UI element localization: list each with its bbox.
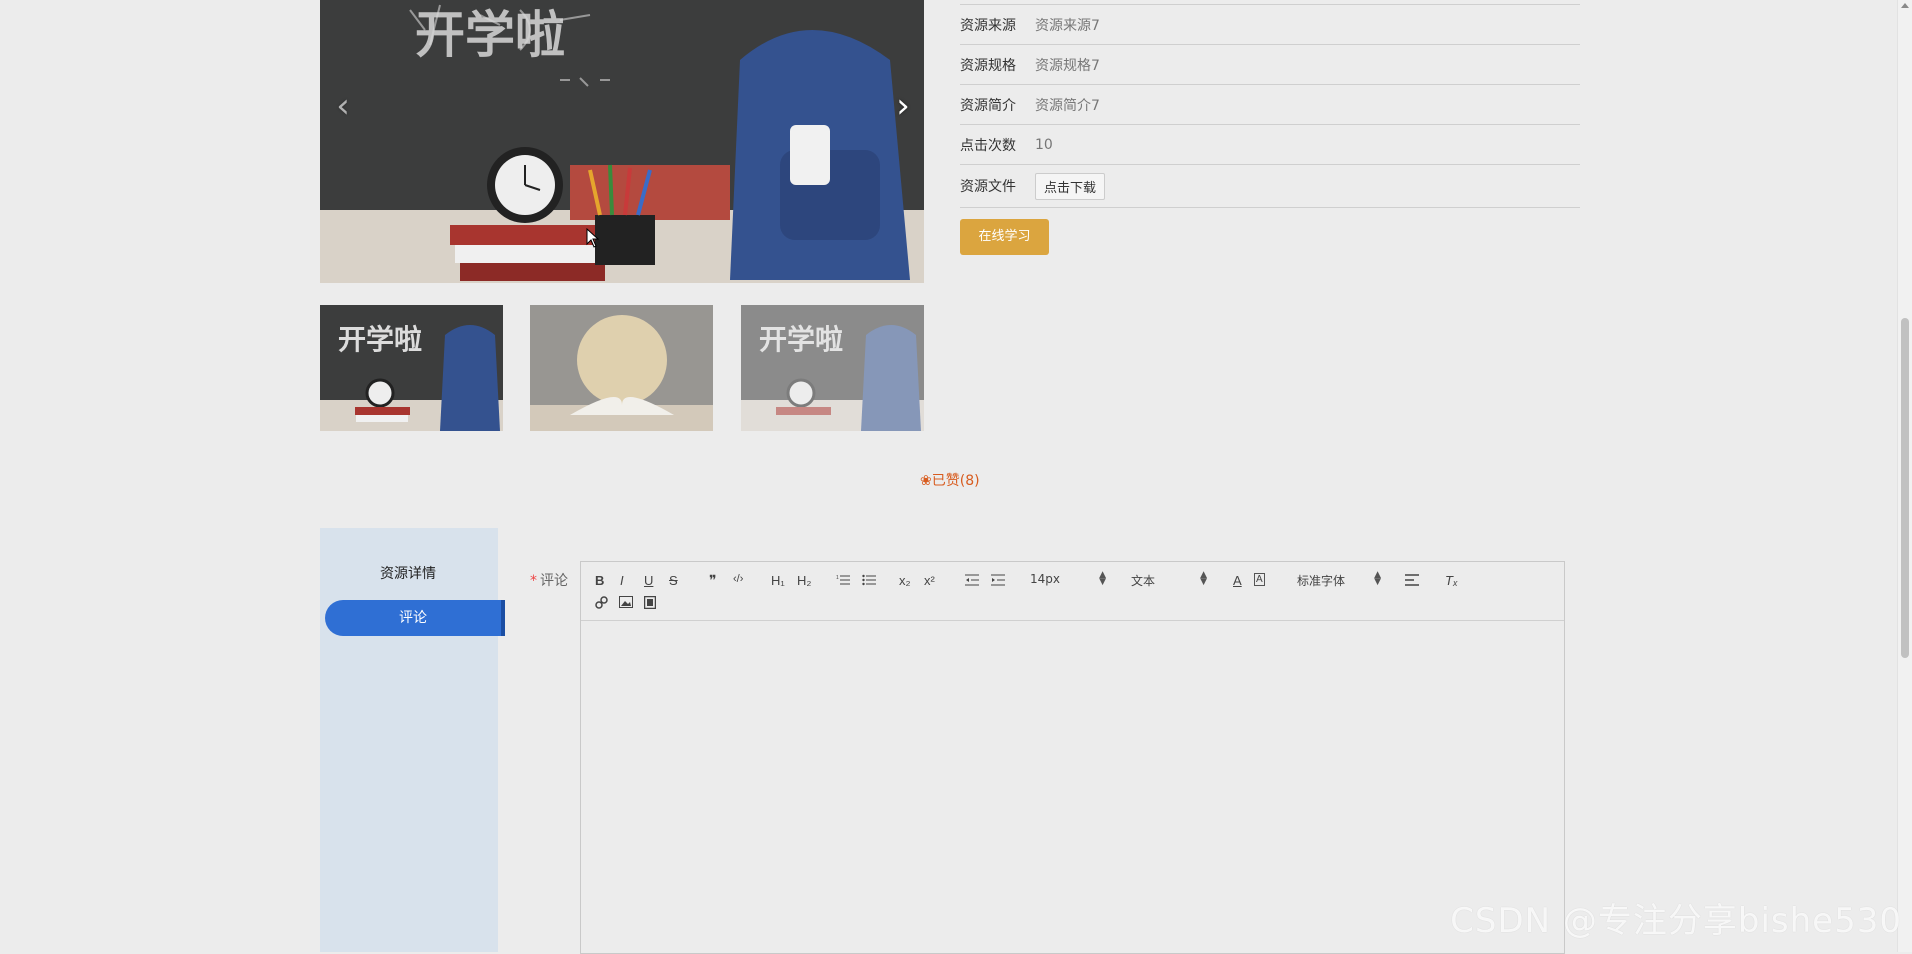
info-value: 资源来源7 bbox=[1035, 17, 1100, 34]
font-family-select[interactable]: 标准字体 ▲ ▼ bbox=[1297, 570, 1381, 589]
online-study-button[interactable]: 在线学习 bbox=[960, 219, 1049, 255]
bold-icon[interactable]: B bbox=[595, 573, 604, 588]
carousel-prev-icon[interactable]: ‹ bbox=[328, 86, 358, 126]
select-arrows-icon: ▲ ▼ bbox=[1200, 570, 1207, 587]
required-mark: * bbox=[530, 573, 537, 589]
info-row-clicks: 点击次数 10 bbox=[960, 124, 1580, 164]
comment-field-label: * 评论 bbox=[530, 570, 568, 590]
info-label: 资源来源 bbox=[960, 17, 1016, 34]
resource-image-carousel[interactable]: 开学啦 ‹ › bbox=[320, 0, 924, 283]
align-left-icon[interactable] bbox=[1405, 574, 1419, 586]
font-size-select[interactable]: 14px ▲ ▼ bbox=[1030, 570, 1106, 587]
font-family-value: 标准字体 bbox=[1297, 574, 1346, 588]
strikethrough-icon[interactable]: S bbox=[669, 573, 678, 588]
superscript-icon[interactable]: x² bbox=[924, 573, 935, 588]
info-row-file: 资源文件 点击下载 bbox=[960, 164, 1580, 208]
scroll-up-arrow-icon[interactable] bbox=[1901, 3, 1909, 8]
code-icon[interactable]: ‹/› bbox=[733, 573, 743, 585]
outdent-icon[interactable] bbox=[965, 574, 979, 586]
comment-editor[interactable]: B I U S ❞ ‹/› H₁ H₂ 1 x₂ x² 14px ▲ ▼ 文本 ▲… bbox=[580, 561, 1565, 954]
alarm-clock bbox=[487, 147, 563, 223]
scrollbar-thumb[interactable] bbox=[1901, 318, 1909, 658]
italic-icon[interactable]: I bbox=[620, 573, 624, 588]
thumbnail-1[interactable]: 开学啦 bbox=[320, 305, 503, 431]
info-label: 资源简介 bbox=[960, 97, 1016, 114]
blockquote-icon[interactable]: ❞ bbox=[709, 572, 717, 589]
bullet-list-icon[interactable] bbox=[862, 574, 876, 586]
info-row-source: 资源来源 资源来源7 bbox=[960, 4, 1580, 44]
tab-resource-detail[interactable]: 资源详情 bbox=[320, 563, 496, 583]
info-row-intro: 资源简介 资源简介7 bbox=[960, 84, 1580, 124]
info-label: 资源文件 bbox=[960, 179, 1016, 195]
watermark: CSDN @专注分享bishe530 bbox=[1450, 901, 1902, 941]
heading-1-icon[interactable]: H₁ bbox=[771, 573, 785, 588]
editor-toolbar: B I U S ❞ ‹/› H₁ H₂ 1 x₂ x² 14px ▲ ▼ 文本 ▲… bbox=[581, 562, 1564, 621]
indent-icon[interactable] bbox=[991, 574, 1005, 586]
detail-tabs: 资源详情 评论 bbox=[320, 528, 505, 952]
like-button[interactable]: ❀已赞(8) bbox=[920, 470, 980, 490]
font-size-value: 14px bbox=[1030, 572, 1060, 586]
like-label: 已赞(8) bbox=[931, 473, 980, 489]
svg-text:开学啦: 开学啦 bbox=[338, 323, 422, 356]
link-icon[interactable] bbox=[595, 596, 608, 609]
comment-label-text: 评论 bbox=[540, 573, 568, 589]
video-icon[interactable] bbox=[644, 596, 656, 609]
info-label: 点击次数 bbox=[960, 137, 1016, 154]
carousel-next-icon[interactable]: › bbox=[888, 86, 918, 126]
background-color-icon[interactable]: A bbox=[1254, 573, 1265, 586]
svg-text:开学啦: 开学啦 bbox=[759, 323, 843, 356]
info-value: 10 bbox=[1035, 136, 1053, 153]
info-label: 资源规格 bbox=[960, 57, 1016, 74]
chalk-title: 开学啦 bbox=[415, 6, 565, 64]
info-row-spec: 资源规格 资源规格7 bbox=[960, 44, 1580, 84]
page-scrollbar[interactable] bbox=[1897, 0, 1912, 952]
mouse-cursor-icon bbox=[586, 228, 600, 248]
tab-comment[interactable]: 评论 bbox=[325, 600, 505, 636]
school-supplies-photo: 开学啦 bbox=[320, 0, 924, 283]
heading-2-icon[interactable]: H₂ bbox=[797, 573, 811, 588]
image-icon[interactable] bbox=[619, 596, 633, 608]
select-arrows-icon: ▲ ▼ bbox=[1099, 570, 1106, 587]
block-type-select[interactable]: 文本 ▲ ▼ bbox=[1131, 570, 1207, 589]
thumbs-up-icon: ❀ bbox=[920, 473, 932, 489]
backpack bbox=[730, 30, 910, 280]
download-button[interactable]: 点击下载 bbox=[1035, 172, 1106, 200]
info-value: 资源简介7 bbox=[1035, 97, 1100, 114]
svg-text:1: 1 bbox=[836, 575, 839, 581]
subscript-icon[interactable]: x₂ bbox=[899, 573, 911, 588]
resource-info-table: 资源来源 资源来源7 资源规格 资源规格7 资源简介 资源简介7 点击次数 10… bbox=[960, 4, 1580, 208]
underline-icon[interactable]: U bbox=[644, 573, 653, 588]
block-type-value: 文本 bbox=[1131, 574, 1156, 588]
font-color-icon[interactable]: A bbox=[1233, 573, 1242, 588]
clear-format-icon[interactable]: Tₓ bbox=[1445, 573, 1458, 588]
ordered-list-icon[interactable]: 1 bbox=[836, 574, 850, 586]
info-value: 资源规格7 bbox=[1035, 57, 1100, 74]
select-arrows-icon: ▲ ▼ bbox=[1374, 570, 1381, 587]
thumbnail-3[interactable]: 开学啦 bbox=[741, 305, 924, 431]
thumbnail-2[interactable] bbox=[530, 305, 713, 431]
